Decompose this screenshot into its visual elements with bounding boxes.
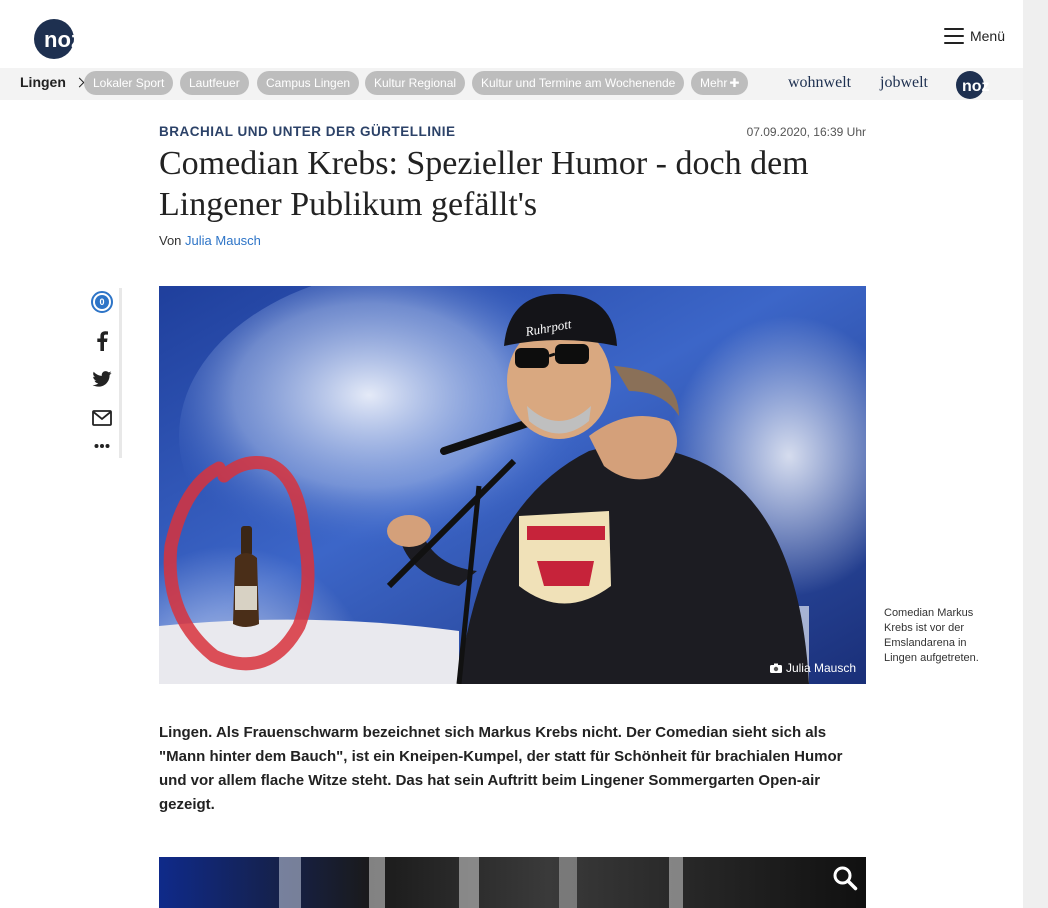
camera-icon xyxy=(769,663,782,673)
svg-text:noz: noz xyxy=(44,27,82,52)
hamburger-icon xyxy=(943,28,964,44)
photo-scene: Ruhrpott xyxy=(159,286,866,684)
nav-home-link[interactable]: Lingen xyxy=(20,74,85,90)
article-headline: Comedian Krebs: Spezieller Humor - doch … xyxy=(159,145,809,223)
more-share-button[interactable] xyxy=(90,434,114,458)
author-link[interactable]: Julia Mausch xyxy=(185,233,261,248)
site-header: noz Menü xyxy=(0,0,1023,72)
twitter-icon xyxy=(92,371,112,387)
photo-2-scene xyxy=(159,857,866,908)
menu-label: Menü xyxy=(969,28,1005,44)
photo-credit: Julia Mausch xyxy=(769,661,856,675)
facebook-share-button[interactable] xyxy=(90,329,114,353)
nav-pill-lokaler-sport[interactable]: Lokaler Sport xyxy=(84,71,174,95)
page: noz Menü Lingen Lokaler Sport Lautfeuer … xyxy=(0,0,1023,908)
nav-pill-campus-lingen[interactable]: Campus Lingen xyxy=(257,71,360,95)
more-icon xyxy=(94,444,110,448)
nav-pill-kultur-termine[interactable]: Kultur und Termine am Wochenende xyxy=(472,71,685,95)
zoom-icon[interactable] xyxy=(832,865,858,891)
article-photo-2[interactable] xyxy=(159,857,866,908)
share-bar: 0 xyxy=(86,288,122,458)
facebook-icon xyxy=(97,331,108,351)
svg-text:noz: noz xyxy=(962,78,990,95)
mail-share-button[interactable] xyxy=(90,406,114,430)
scroll-gutter xyxy=(1023,0,1048,908)
photo-credit-text: Julia Mausch xyxy=(785,661,856,675)
byline-prefix: Von xyxy=(159,233,182,248)
twitter-share-button[interactable] xyxy=(90,367,114,391)
article-lead: Lingen. Als Frauenschwarm bezeichnet sic… xyxy=(159,724,843,813)
nav-home-label: Lingen xyxy=(20,74,66,90)
plus-icon: ✚ xyxy=(729,76,740,90)
more-label: Mehr xyxy=(700,76,728,90)
menu-button[interactable]: Menü xyxy=(943,28,1005,44)
section-nav: Lingen Lokaler Sport Lautfeuer Campus Li… xyxy=(0,68,1023,100)
chevron-right-icon xyxy=(74,77,85,87)
noz-logo[interactable]: noz xyxy=(32,17,108,61)
brand-link-jobwelt[interactable]: jobwelt xyxy=(880,74,928,92)
nav-pill-more[interactable]: Mehr ✚ xyxy=(691,71,749,95)
nav-pill-lautfeuer[interactable]: Lautfeuer xyxy=(180,71,249,95)
brand-link-wohnwelt[interactable]: wohnwelt xyxy=(788,74,851,92)
article-date: 07.09.2020, 16:39 Uhr xyxy=(746,125,866,139)
article-byline: Von Julia Mausch xyxy=(159,233,261,248)
nav-pill-kultur-regional[interactable]: Kultur Regional xyxy=(365,71,466,95)
article-kicker: BRACHIAL UND UNTER DER GÜRTELLINIE xyxy=(159,124,456,139)
mail-icon xyxy=(92,410,112,426)
comments-icon: 0 xyxy=(91,291,113,313)
noz-logo-small[interactable]: noz xyxy=(955,70,1007,100)
photo-caption: Comedian Markus Krebs ist vor der Emslan… xyxy=(884,607,979,664)
article-photo[interactable]: Ruhrpott Julia Mausch xyxy=(159,286,866,684)
comment-count: 0 xyxy=(95,295,109,309)
comments-button[interactable]: 0 xyxy=(90,290,114,314)
